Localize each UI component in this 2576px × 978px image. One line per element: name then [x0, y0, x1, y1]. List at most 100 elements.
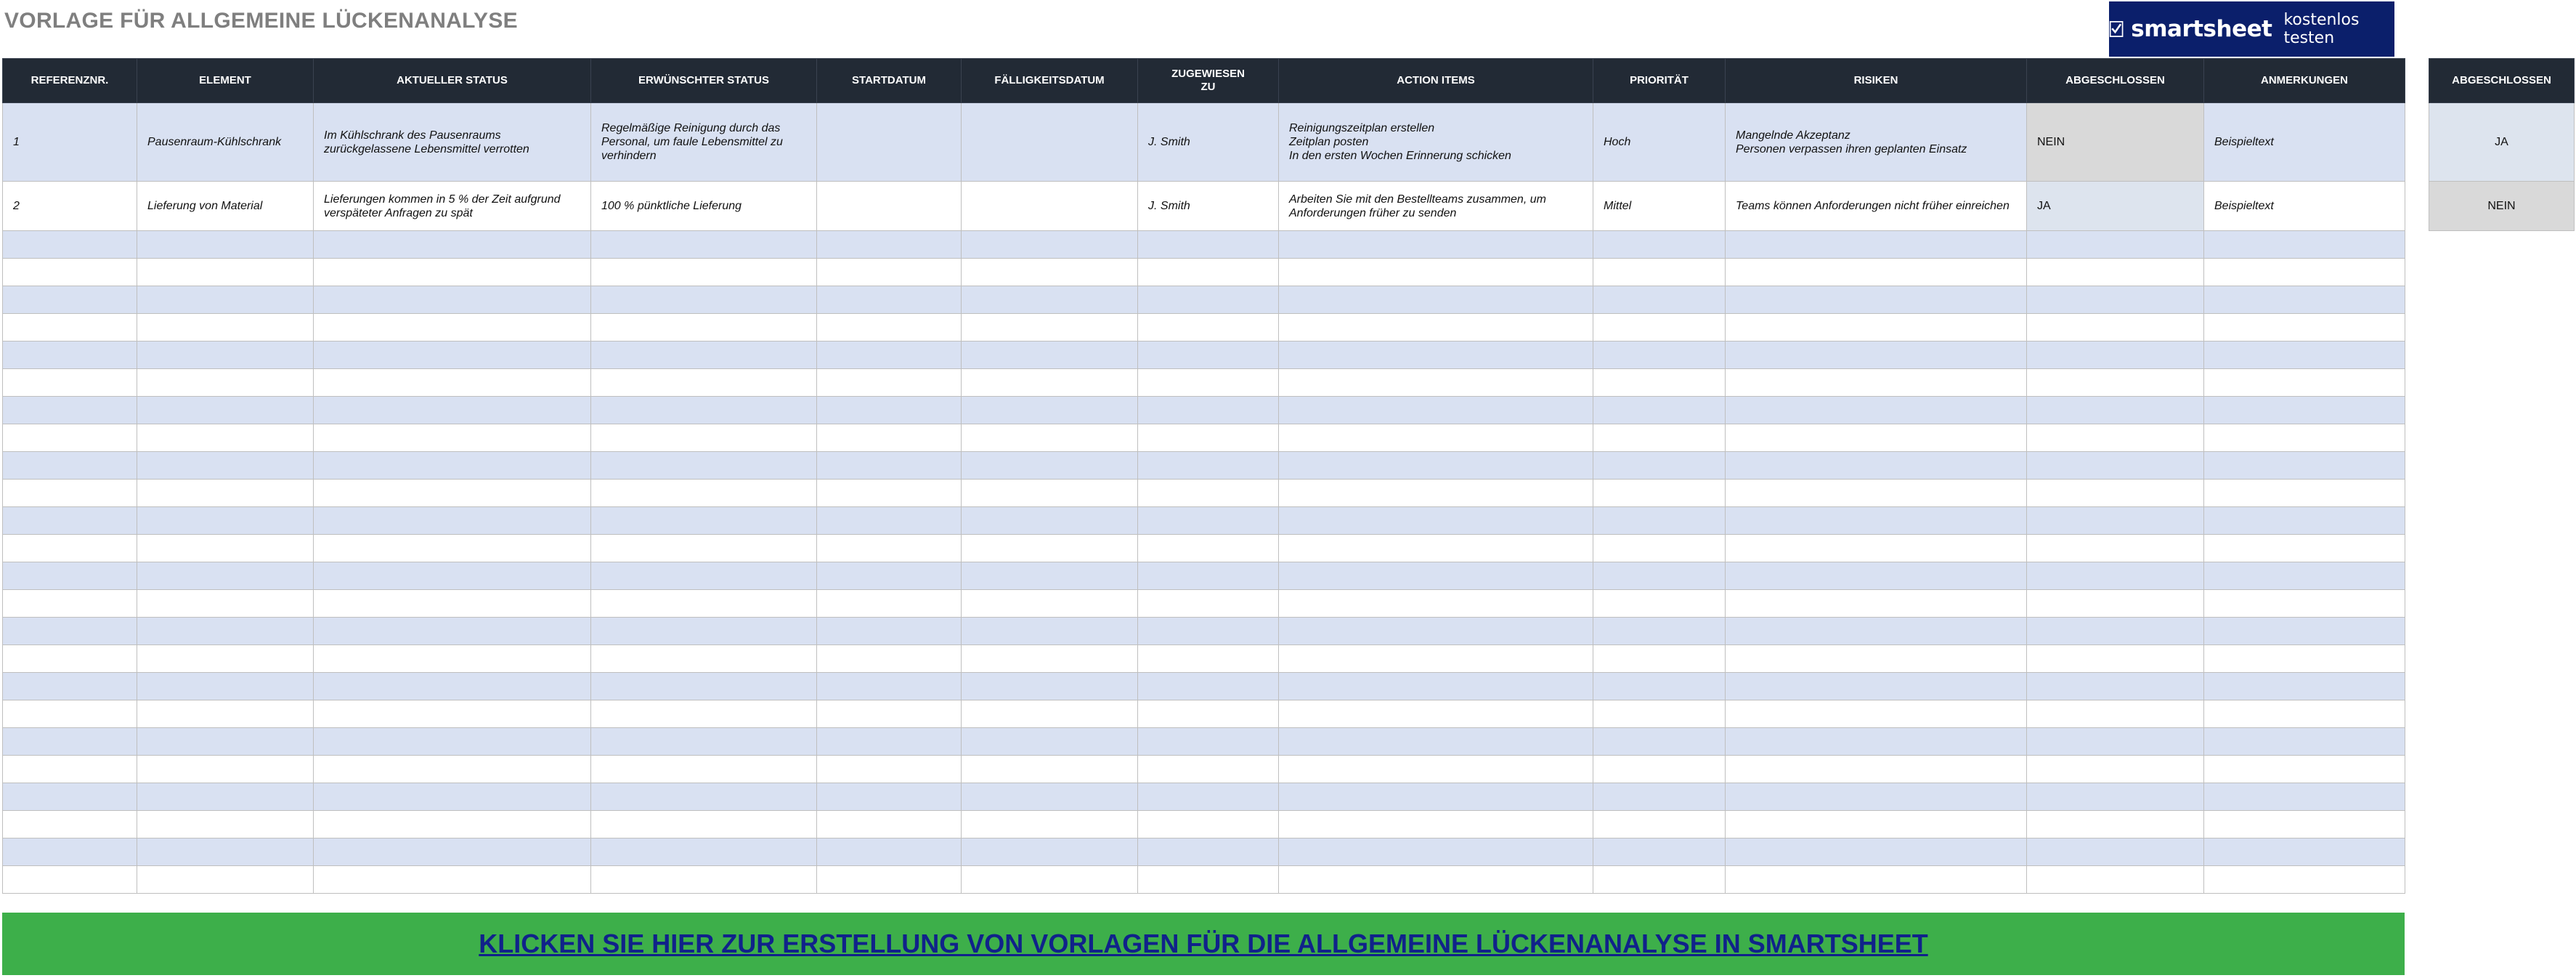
empty-cell[interactable]	[2203, 286, 2405, 314]
empty-cell[interactable]	[816, 341, 962, 369]
empty-cell[interactable]	[1137, 258, 1279, 286]
empty-cell[interactable]	[313, 313, 591, 342]
empty-cell[interactable]	[1725, 589, 2027, 618]
empty-cell[interactable]	[1278, 396, 1593, 424]
empty-cell[interactable]	[1593, 506, 1726, 535]
empty-cell[interactable]	[313, 783, 591, 811]
empty-cell[interactable]	[590, 258, 817, 286]
empty-cell[interactable]	[1593, 727, 1726, 756]
empty-cell[interactable]	[1593, 479, 1726, 507]
empty-cell[interactable]	[2026, 451, 2204, 480]
empty-cell[interactable]	[961, 865, 1138, 894]
empty-cell[interactable]	[816, 589, 962, 618]
empty-cell[interactable]	[1725, 672, 2027, 700]
empty-cell[interactable]	[816, 396, 962, 424]
empty-cell[interactable]	[590, 727, 817, 756]
empty-cell[interactable]	[2203, 865, 2405, 894]
empty-cell[interactable]	[1725, 341, 2027, 369]
empty-cell[interactable]	[1593, 783, 1726, 811]
empty-cell[interactable]	[313, 838, 591, 866]
empty-cell[interactable]	[1593, 810, 1726, 838]
empty-cell[interactable]	[2026, 424, 2204, 452]
empty-cell[interactable]	[816, 838, 962, 866]
empty-cell[interactable]	[1137, 589, 1279, 618]
cell-action-items[interactable]: Reinigungszeitplan erstellen Zeitplan po…	[1278, 102, 1593, 182]
empty-cell[interactable]	[137, 644, 314, 673]
empty-cell[interactable]	[1278, 313, 1593, 342]
empty-cell[interactable]	[590, 313, 817, 342]
empty-cell[interactable]	[590, 617, 817, 645]
cell-start-date[interactable]	[816, 102, 962, 182]
cell-ref[interactable]: 2	[2, 181, 137, 231]
empty-cell[interactable]	[2203, 396, 2405, 424]
cell-current-status[interactable]: Lieferungen kommen in 5 % der Zeit aufgr…	[313, 181, 591, 231]
empty-cell[interactable]	[137, 810, 314, 838]
empty-cell[interactable]	[137, 755, 314, 783]
empty-cell[interactable]	[2026, 286, 2204, 314]
empty-cell[interactable]	[961, 810, 1138, 838]
empty-cell[interactable]	[1593, 313, 1726, 342]
empty-cell[interactable]	[590, 700, 817, 728]
empty-cell[interactable]	[137, 838, 314, 866]
empty-cell[interactable]	[2026, 313, 2204, 342]
empty-cell[interactable]	[590, 424, 817, 452]
empty-cell[interactable]	[1725, 727, 2027, 756]
empty-cell[interactable]	[1278, 589, 1593, 618]
cell-notes[interactable]: Beispieltext	[2203, 181, 2405, 231]
empty-cell[interactable]	[1278, 727, 1593, 756]
empty-cell[interactable]	[313, 258, 591, 286]
empty-cell[interactable]	[961, 672, 1138, 700]
empty-cell[interactable]	[1137, 424, 1279, 452]
empty-cell[interactable]	[313, 341, 591, 369]
empty-cell[interactable]	[137, 451, 314, 480]
empty-cell[interactable]	[1137, 368, 1279, 397]
empty-cell[interactable]	[1137, 534, 1279, 562]
empty-cell[interactable]	[313, 589, 591, 618]
empty-cell[interactable]	[313, 396, 591, 424]
empty-cell[interactable]	[1137, 810, 1279, 838]
empty-cell[interactable]	[2203, 506, 2405, 535]
empty-cell[interactable]	[313, 727, 591, 756]
empty-cell[interactable]	[2203, 230, 2405, 259]
empty-cell[interactable]	[2026, 506, 2204, 535]
empty-cell[interactable]	[1593, 341, 1726, 369]
empty-cell[interactable]	[313, 479, 591, 507]
empty-cell[interactable]	[2203, 424, 2405, 452]
empty-cell[interactable]	[2203, 755, 2405, 783]
empty-cell[interactable]	[1278, 783, 1593, 811]
cell-completed-dropdown[interactable]: JA	[2026, 181, 2204, 231]
cell-ref[interactable]: 1	[2, 102, 137, 182]
empty-cell[interactable]	[1137, 479, 1279, 507]
cell-notes[interactable]: Beispieltext	[2203, 102, 2405, 182]
empty-cell[interactable]	[1725, 286, 2027, 314]
empty-cell[interactable]	[2, 727, 137, 756]
empty-cell[interactable]	[1725, 617, 2027, 645]
empty-cell[interactable]	[137, 230, 314, 259]
empty-cell[interactable]	[1593, 755, 1726, 783]
empty-cell[interactable]	[816, 479, 962, 507]
empty-cell[interactable]	[2, 755, 137, 783]
empty-cell[interactable]	[961, 230, 1138, 259]
empty-cell[interactable]	[590, 644, 817, 673]
empty-cell[interactable]	[137, 783, 314, 811]
empty-cell[interactable]	[137, 865, 314, 894]
empty-cell[interactable]	[2203, 562, 2405, 590]
empty-cell[interactable]	[961, 313, 1138, 342]
empty-cell[interactable]	[961, 617, 1138, 645]
empty-cell[interactable]	[1137, 617, 1279, 645]
empty-cell[interactable]	[961, 286, 1138, 314]
empty-cell[interactable]	[2, 562, 137, 590]
empty-cell[interactable]	[1278, 258, 1593, 286]
empty-cell[interactable]	[816, 424, 962, 452]
empty-cell[interactable]	[1725, 451, 2027, 480]
empty-cell[interactable]	[961, 396, 1138, 424]
empty-cell[interactable]	[313, 617, 591, 645]
empty-cell[interactable]	[2, 810, 137, 838]
empty-cell[interactable]	[961, 534, 1138, 562]
cell-risks[interactable]: Mangelnde Akzeptanz Personen verpassen i…	[1725, 102, 2027, 182]
empty-cell[interactable]	[1725, 258, 2027, 286]
empty-cell[interactable]	[1137, 451, 1279, 480]
empty-cell[interactable]	[2026, 230, 2204, 259]
empty-cell[interactable]	[1278, 672, 1593, 700]
empty-cell[interactable]	[590, 286, 817, 314]
